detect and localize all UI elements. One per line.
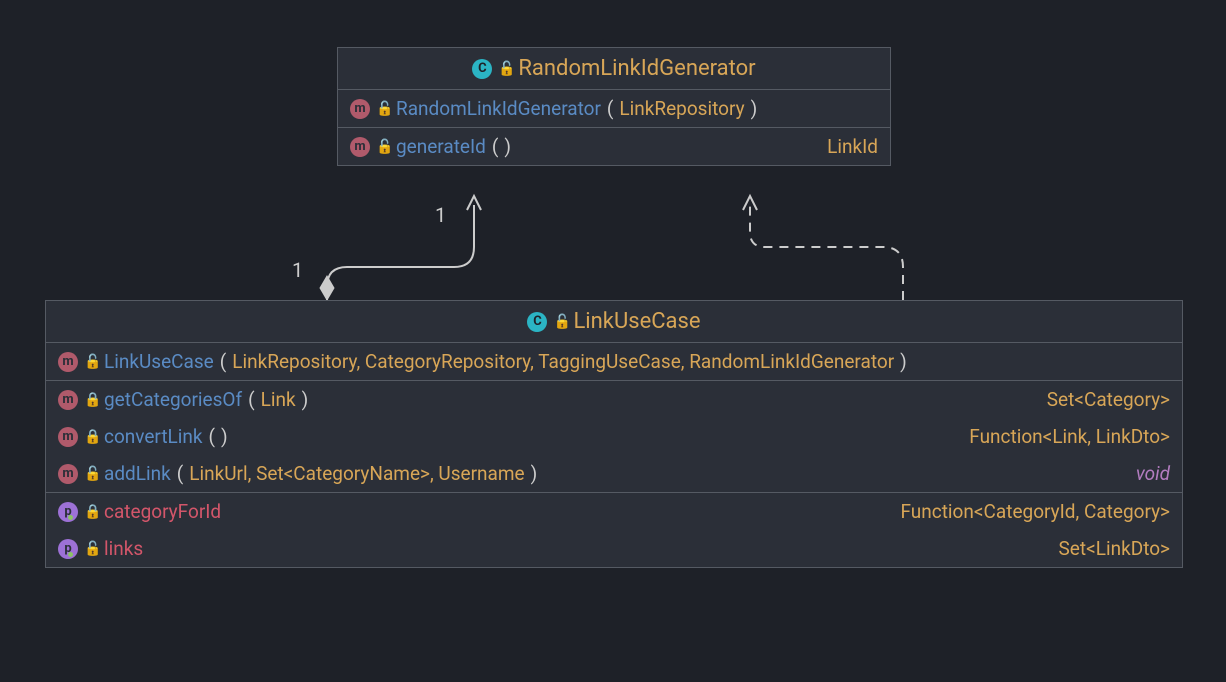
params: LinkRepository (619, 97, 744, 120)
class-box-linkusecase: C 🔓 LinkUseCase m 🔓 LinkUseCase(LinkRepo… (45, 300, 1183, 568)
paren: ( (177, 462, 184, 485)
member-name: categoryForId (104, 500, 221, 523)
multiplicity-label: 1 (435, 203, 446, 227)
params: LinkUrl, Set<CategoryName>, Username (189, 462, 524, 485)
paren: ) (751, 97, 758, 120)
class-section: p 🔒 categoryForId Function<CategoryId, C… (46, 493, 1182, 567)
visibility-icon: 🔓 (84, 466, 98, 482)
paren: ) (531, 462, 538, 485)
method-icon: m (350, 137, 370, 157)
class-section: m 🔓 LinkUseCase (LinkRepository, Category… (46, 343, 1182, 381)
member-name: getCategoriesOf (104, 388, 242, 411)
paren: ) (504, 135, 511, 158)
return-type: Function<CategoryId, Category> (901, 500, 1171, 523)
class-icon: C (472, 59, 492, 79)
method-icon: m (350, 99, 370, 119)
member-name: LinkUseCase (104, 350, 214, 373)
paren: ( (209, 425, 216, 448)
member-name: addLink (104, 462, 171, 485)
class-title: LinkUseCase (573, 309, 700, 334)
method-icon: m (58, 352, 78, 372)
visibility-icon: 🔓 (553, 314, 567, 330)
class-section: m 🔓 generateId () LinkId (338, 128, 890, 165)
paren: ) (900, 350, 907, 373)
member-row: m 🔓 addLink (LinkUrl, Set<CategoryName>, … (46, 455, 1182, 492)
visibility-icon: 🔒 (84, 392, 98, 408)
class-section: m 🔓 RandomLinkIdGenerator (LinkRepository… (338, 90, 890, 128)
class-header: C 🔓 LinkUseCase (46, 301, 1182, 343)
visibility-icon: 🔒 (84, 504, 98, 520)
paren: ) (221, 425, 228, 448)
visibility-icon: 🔓 (84, 541, 98, 557)
member-name: links (104, 537, 143, 560)
return-type: Set<Category> (1047, 388, 1170, 411)
member-row: m 🔓 RandomLinkIdGenerator (LinkRepository… (338, 90, 890, 127)
paren: ( (220, 350, 227, 373)
params: Link (261, 388, 296, 411)
class-section: m 🔒 getCategoriesOf(Link) Set<Category> … (46, 381, 1182, 493)
class-box-randomlinkidgenerator: C 🔓 RandomLinkIdGenerator m 🔓 RandomLink… (337, 47, 891, 166)
visibility-icon: 🔓 (376, 139, 390, 155)
dot-icon (68, 552, 73, 557)
visibility-icon: 🔒 (84, 429, 98, 445)
method-icon: m (58, 390, 78, 410)
method-icon: m (58, 464, 78, 484)
member-name: generateId (396, 135, 486, 158)
paren: ) (302, 388, 309, 411)
paren: ( (492, 135, 499, 158)
paren: ( (248, 388, 255, 411)
return-type: Function<Link, LinkDto> (969, 425, 1170, 448)
member-row: m 🔓 generateId () LinkId (338, 128, 890, 165)
params: LinkRepository, CategoryRepository, Tagg… (232, 350, 894, 373)
member-name: convertLink (104, 425, 203, 448)
multiplicity-label: 1 (292, 258, 303, 282)
visibility-icon: 🔓 (376, 101, 390, 117)
member-row: m 🔒 getCategoriesOf ( Link) Set<Category> (46, 381, 1182, 418)
return-type: Set<LinkDto> (1059, 537, 1170, 560)
member-row: p 🔒 categoryForId Function<CategoryId, C… (46, 493, 1182, 530)
member-row: m 🔒 convertLink () Function<Link, LinkDto… (46, 418, 1182, 455)
dot-icon (68, 515, 73, 520)
visibility-icon: 🔓 (498, 61, 512, 77)
visibility-icon: 🔓 (84, 354, 98, 370)
member-row: p 🔓 links Set<LinkDto> (46, 530, 1182, 567)
method-icon: m (58, 427, 78, 447)
member-name: RandomLinkIdGenerator (396, 97, 601, 120)
return-type: void (1136, 462, 1170, 485)
member-row: m 🔓 LinkUseCase (LinkRepository, Category… (46, 343, 1182, 380)
class-header: C 🔓 RandomLinkIdGenerator (338, 48, 890, 90)
class-title: RandomLinkIdGenerator (518, 56, 755, 81)
class-icon: C (527, 312, 547, 332)
return-type: LinkId (827, 135, 878, 158)
paren: ( (607, 97, 614, 120)
